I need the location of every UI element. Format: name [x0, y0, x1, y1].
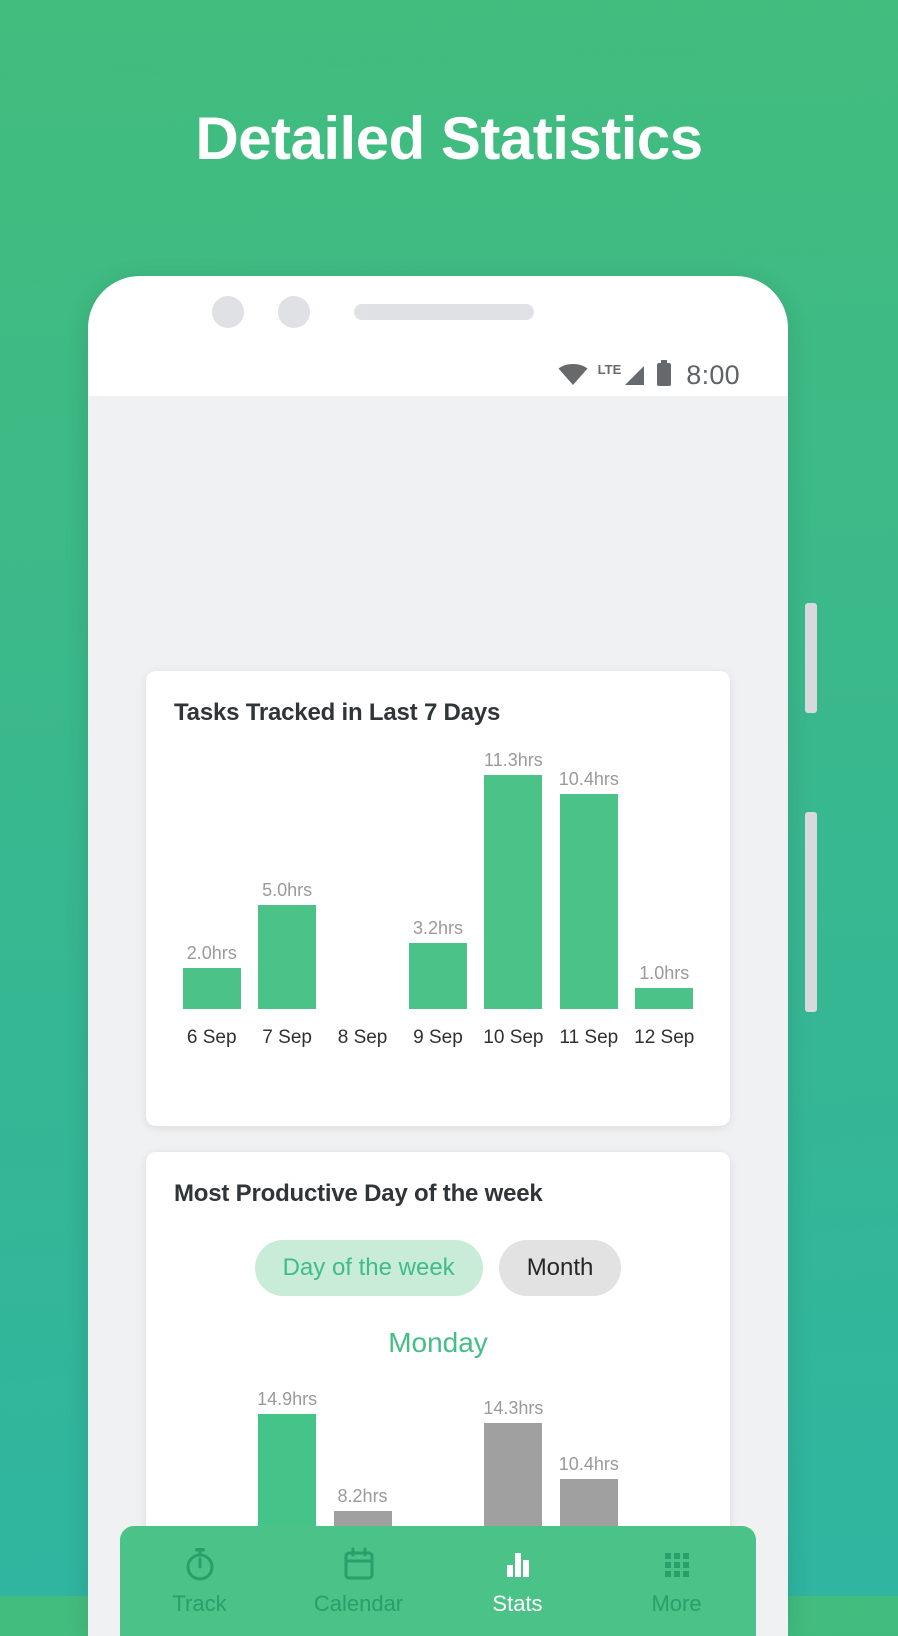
bar-value-label: 11.3hrs — [484, 750, 543, 770]
chart-column: 2.0hrs 6 Sep — [174, 749, 249, 1049]
bottom-navigation: Track Calendar Stats More — [120, 1526, 756, 1636]
phone-bezel — [88, 276, 788, 348]
chart-column: 10.4hrs 11 Sep — [551, 749, 626, 1049]
phone-power-button — [805, 812, 817, 1012]
calendar-icon — [341, 1546, 377, 1582]
status-bar: LTE 8:00 — [88, 354, 788, 396]
bar-value-label: 3.2hrs — [412, 917, 463, 938]
nav-item-stats[interactable]: Stats — [438, 1546, 597, 1616]
sensor-icon — [278, 296, 310, 328]
bar-value-label: 8.2hrs — [337, 1486, 388, 1507]
network-type-label: LTE — [597, 362, 622, 377]
battery-icon — [656, 359, 672, 391]
app-screen: Tasks Tracked in Last 7 Days 2.0hrs 6 Sep… — [88, 396, 788, 1636]
phone-volume-button — [805, 603, 817, 713]
chart-bar — [635, 988, 694, 1009]
chart-x-label: 12 Sep — [634, 1027, 695, 1048]
chart-column: 8 Sep — [325, 749, 400, 1049]
phone-mockup: LTE 8:00 Tasks Tracked in Last 7 Days 2.… — [88, 276, 788, 1636]
nav-item-more[interactable]: More — [597, 1546, 756, 1616]
chart-column: 5.0hrs 7 Sep — [249, 749, 324, 1049]
speaker-grille — [354, 304, 534, 320]
wifi-icon — [558, 364, 588, 386]
chart-tasks-tracked: 2.0hrs 6 Sep 5.0hrs 7 Sep 8 Sep 3.2hrs 9 Sep 11… — [174, 749, 702, 1049]
chart-x-label: 10 Sep — [483, 1027, 544, 1048]
chart-column: 3.2hrs 9 Sep — [400, 749, 475, 1049]
signal-icon: LTE — [597, 362, 647, 386]
chart-bar — [408, 942, 467, 1009]
chart-bar — [182, 967, 241, 1009]
chart-x-label: 9 Sep — [413, 1027, 463, 1048]
card-productive-title: Most Productive Day of the week — [174, 1180, 543, 1207]
chart-column: 11.3hrs 10 Sep — [476, 749, 551, 1049]
chart-bar — [258, 905, 317, 1009]
chart-x-label: 11 Sep — [559, 1027, 619, 1048]
period-toggle-group: Day of the week Month — [146, 1240, 730, 1296]
bar-value-label: 14.3hrs — [483, 1397, 544, 1418]
chip-day-of-the-week[interactable]: Day of the week — [254, 1240, 483, 1296]
bar-value-label: 2.0hrs — [186, 942, 237, 963]
chart-x-label: 7 Sep — [262, 1027, 312, 1048]
page-title: Detailed Statistics — [195, 105, 703, 172]
most-productive-day-value: Monday — [388, 1327, 488, 1358]
chart-x-label: 8 Sep — [337, 1027, 388, 1048]
bar-chart-icon — [500, 1546, 536, 1582]
camera-icon — [212, 296, 244, 328]
chart-bar — [484, 775, 543, 1009]
card-tasks-tracked: Tasks Tracked in Last 7 Days 2.0hrs 6 Sep… — [146, 671, 730, 1126]
nav-item-track[interactable]: Track — [120, 1546, 279, 1616]
chip-month-label: Month — [526, 1254, 594, 1281]
grid-icon — [659, 1546, 695, 1582]
chart-x-label: 6 Sep — [186, 1027, 237, 1048]
bar-value-label: 10.4hrs — [558, 768, 619, 789]
bar-value-label: 14.9hrs — [257, 1389, 318, 1409]
bar-value-label: 1.0hrs — [639, 963, 690, 984]
card-tasks-title: Tasks Tracked in Last 7 Days — [174, 699, 501, 726]
chip-month[interactable]: Month — [498, 1240, 622, 1296]
nav-item-calendar[interactable]: Calendar — [279, 1546, 438, 1616]
chart-column: 1.0hrs 12 Sep — [627, 749, 702, 1049]
chart-bar — [559, 793, 618, 1009]
bar-value-label: 10.4hrs — [558, 1454, 619, 1475]
bar-value-label: 5.0hrs — [262, 880, 313, 901]
stopwatch-icon — [182, 1546, 218, 1582]
status-bar-clock: 8:00 — [686, 359, 740, 390]
chip-day-of-the-week-label: Day of the week — [282, 1254, 455, 1281]
